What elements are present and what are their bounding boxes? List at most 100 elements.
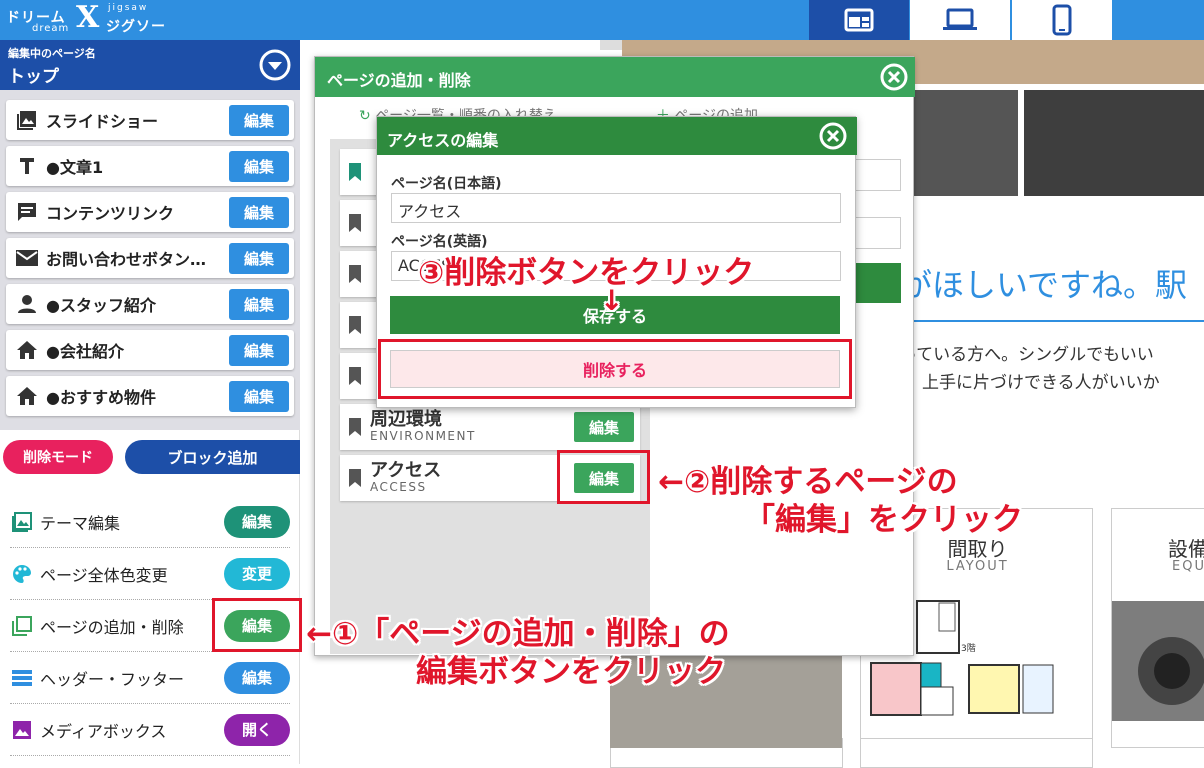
bookmark-icon (340, 366, 370, 386)
bookmark-icon (340, 162, 370, 182)
bookmark-icon (340, 213, 370, 233)
block-item[interactable]: ●スタッフ紹介 編集 (6, 284, 294, 324)
page-select-toggle[interactable] (250, 40, 300, 90)
preview-edge (600, 40, 622, 50)
block-add-button[interactable]: ブロック追加 (125, 440, 300, 474)
block-label: ●会社紹介 (46, 342, 124, 361)
logo-dream-en: dream (32, 23, 70, 34)
block-list: スライドショー 編集 ●文章1 編集 コンテンツリンク 編集 お問い合わせボタン… (0, 90, 300, 430)
logo-x: X (76, 0, 100, 35)
editing-page-label: 編集中のページ名 (8, 47, 96, 60)
text-icon (14, 153, 40, 179)
block-item[interactable]: ●おすすめ物件 編集 (6, 376, 294, 416)
annotation-step2-line2: 「編集」をクリック (744, 502, 1023, 538)
add-page-button[interactable] (855, 263, 901, 303)
smartphone-icon (1052, 4, 1072, 36)
app-logo: ドリーム X dream jigsaw ジグソー (6, 0, 176, 36)
block-label: コンテンツリンク (46, 204, 175, 223)
block-label: ●おすすめ物件 (46, 388, 156, 407)
bookmark-icon (340, 417, 370, 437)
menu-label: テーマ編集 (40, 513, 121, 533)
dialog-title: アクセスの編集 (377, 117, 857, 155)
annotation-step1-line2: 編集ボタンをクリック (416, 654, 726, 690)
palette-icon (10, 562, 34, 586)
page-name-en: ACCESS (370, 480, 427, 494)
close-icon[interactable] (880, 63, 908, 95)
preview-photo (1024, 90, 1204, 196)
add-page-input[interactable] (855, 159, 901, 191)
annotation-step3: ③削除ボタンをクリック (418, 255, 755, 291)
home-icon (14, 337, 40, 363)
menu-media-box: メディアボックス 開く (10, 704, 290, 756)
highlight-step2 (557, 450, 650, 504)
bookmark-icon (340, 468, 370, 488)
menu-theme-edit: テーマ編集 編集 (10, 496, 290, 548)
page-name-ja-input[interactable]: アクセス (391, 193, 841, 223)
block-edit-button[interactable]: 編集 (229, 150, 289, 182)
person-icon (14, 291, 40, 317)
image-icon (14, 107, 40, 133)
pages-icon (10, 614, 34, 638)
page-name-ja: 周辺環境 (370, 409, 442, 430)
page-name-ja-label: ページ名(日本語) (391, 176, 502, 192)
logo-jigsaw-ja: ジグソー (106, 19, 166, 35)
page-name-ja: アクセス (370, 460, 442, 481)
close-icon[interactable] (819, 122, 847, 154)
equipment-card-title: 設備 (1168, 537, 1204, 561)
block-edit-button[interactable]: 編集 (229, 104, 289, 136)
add-page-input[interactable] (855, 217, 901, 249)
block-label: ●スタッフ紹介 (46, 296, 156, 315)
pc-view-button[interactable] (910, 0, 1010, 40)
block-label: スライドショー (46, 112, 159, 131)
block-item[interactable]: ●文章1 編集 (6, 146, 294, 186)
floor-label: 3階 (961, 643, 976, 654)
menu-label: ページ全体色変更 (40, 565, 168, 585)
smartphone-view-button[interactable] (1012, 0, 1112, 40)
block-edit-button[interactable]: 編集 (229, 334, 289, 366)
stove-image (1112, 601, 1204, 721)
block-label: ●文章1 (46, 158, 104, 177)
layout-icon (844, 8, 874, 32)
preview-heading: がほしいですね。駅 (900, 266, 1188, 304)
block-item[interactable]: ●会社紹介 編集 (6, 330, 294, 370)
header-footer-edit-button[interactable]: 編集 (224, 661, 290, 694)
page-name-en: ENVIRONMENT (370, 429, 476, 443)
home-icon (14, 383, 40, 409)
reorder-icon: ↻ (359, 108, 371, 124)
preview-text: 上手に片づけできる人がいいか (922, 373, 1160, 393)
menu-page-color: ページ全体色変更 変更 (10, 548, 290, 600)
preview-text: っている方へ。シングルでもいい (900, 345, 1154, 365)
editing-page-name: トップ (8, 67, 59, 87)
block-edit-button[interactable]: 編集 (229, 242, 289, 274)
page-color-change-button[interactable]: 変更 (224, 557, 290, 590)
block-edit-button[interactable]: 編集 (229, 380, 289, 412)
equipment-card[interactable]: 設備 EQU (1111, 508, 1204, 748)
bookmark-icon (340, 315, 370, 335)
dialog-title: ページの追加・削除 (315, 57, 915, 97)
menu-label: ページの追加・削除 (40, 617, 184, 637)
highlight-step1 (212, 598, 302, 652)
editing-page-header: 編集中のページ名 トップ (0, 40, 250, 90)
preview-photo (898, 90, 1018, 196)
bookmark-icon (340, 264, 370, 284)
theme-edit-button[interactable]: 編集 (224, 505, 290, 538)
image-icon (10, 510, 34, 534)
block-item[interactable]: コンテンツリンク 編集 (6, 192, 294, 232)
block-item[interactable]: お問い合わせボタン… 編集 (6, 238, 294, 278)
page-edit-button[interactable]: 編集 (574, 412, 634, 442)
media-icon (10, 718, 34, 742)
mail-icon (14, 245, 40, 271)
block-edit-button[interactable]: 編集 (229, 288, 289, 320)
media-box-open-button[interactable]: 開く (224, 713, 290, 746)
page-item[interactable]: 周辺環境 ENVIRONMENT 編集 (340, 404, 640, 450)
block-edit-button[interactable]: 編集 (229, 196, 289, 228)
layout-view-button[interactable] (809, 0, 909, 40)
header-icon (10, 666, 34, 690)
delete-mode-button[interactable]: 削除モード (3, 440, 113, 474)
equipment-card-subtitle: EQU (1172, 559, 1204, 574)
laptop-icon (943, 8, 977, 30)
menu-label: メディアボックス (40, 721, 167, 741)
block-item[interactable]: スライドショー 編集 (6, 100, 294, 140)
comment-icon (14, 199, 40, 225)
logo-jigsaw-en: jigsaw (108, 3, 149, 13)
